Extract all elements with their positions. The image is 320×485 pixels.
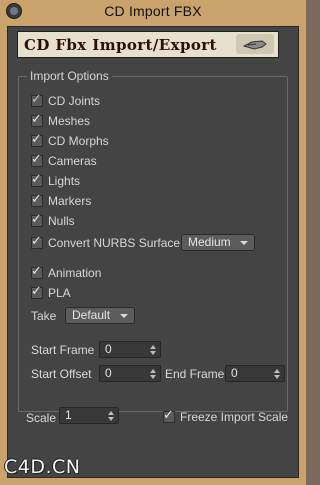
- animation-label: Animation: [48, 266, 102, 280]
- cd-joints-label: CD Joints: [48, 94, 101, 108]
- pla-checkbox[interactable]: [31, 284, 43, 299]
- take-label: Take: [31, 309, 57, 323]
- convert-nurbs-checkbox-row[interactable]: Convert NURBS Surface: [31, 234, 181, 251]
- cd-morphs-checkbox[interactable]: [31, 132, 43, 147]
- nulls-checkbox[interactable]: [31, 212, 43, 227]
- freeze-import-scale-row[interactable]: Freeze Import Scale: [163, 408, 289, 425]
- title-bar[interactable]: CD Import FBX: [0, 0, 306, 22]
- scale-label: Scale: [26, 411, 57, 425]
- animation-checkbox-row[interactable]: Animation: [31, 264, 102, 281]
- start-offset-value: 0: [105, 366, 112, 380]
- stepper-arrows-icon[interactable]: [150, 368, 157, 380]
- convert-nurbs-label: Convert NURBS Surface: [48, 236, 181, 250]
- banner-text: CD Fbx Import/Export: [24, 36, 217, 54]
- markers-checkbox[interactable]: [31, 192, 43, 207]
- start-offset-label: Start Offset: [31, 367, 92, 381]
- pla-checkbox-row[interactable]: PLA: [31, 284, 71, 301]
- nurbs-quality-value: Medium: [188, 235, 231, 249]
- import-options-group: Import Options CD Joints Meshes CD Morph…: [18, 69, 288, 412]
- banner: CD Fbx Import/Export: [17, 31, 279, 58]
- meshes-label: Meshes: [48, 114, 91, 128]
- cd-morphs-label: CD Morphs: [48, 134, 109, 148]
- window-title: CD Import FBX: [104, 3, 202, 19]
- pla-label: PLA: [48, 286, 71, 300]
- end-frame-label: End Frame: [165, 367, 225, 381]
- nulls-checkbox-row[interactable]: Nulls: [31, 212, 75, 229]
- animation-checkbox[interactable]: [31, 264, 43, 279]
- stepper-arrows-icon[interactable]: [150, 344, 157, 356]
- cd-joints-checkbox[interactable]: [31, 92, 43, 107]
- nulls-label: Nulls: [48, 214, 75, 228]
- freeze-import-scale-label: Freeze Import Scale: [180, 410, 289, 424]
- lights-checkbox-row[interactable]: Lights: [31, 172, 81, 189]
- stepper-arrows-icon[interactable]: [108, 410, 115, 422]
- lights-checkbox[interactable]: [31, 172, 43, 187]
- cameras-checkbox[interactable]: [31, 152, 43, 167]
- cd-morphs-checkbox-row[interactable]: CD Morphs: [31, 132, 109, 149]
- start-frame-value: 0: [105, 342, 112, 356]
- scale-input[interactable]: 1: [59, 407, 119, 424]
- stepper-arrows-icon[interactable]: [274, 368, 281, 380]
- chevron-down-icon: [120, 314, 128, 318]
- take-value: Default: [72, 308, 111, 322]
- chevron-down-icon: [240, 241, 248, 245]
- cd-import-fbx-window: CD Import FBX CD Fbx Import/Export Impor…: [0, 0, 306, 485]
- cd-joints-checkbox-row[interactable]: CD Joints: [31, 92, 101, 109]
- scale-value: 1: [65, 408, 72, 422]
- markers-label: Markers: [48, 194, 92, 208]
- end-frame-input[interactable]: 0: [225, 365, 285, 382]
- end-frame-value: 0: [231, 366, 238, 380]
- convert-nurbs-checkbox[interactable]: [31, 234, 43, 249]
- start-frame-input[interactable]: 0: [99, 341, 161, 358]
- meshes-checkbox-row[interactable]: Meshes: [31, 112, 91, 129]
- freeze-import-scale-checkbox[interactable]: [163, 408, 175, 423]
- cameras-label: Cameras: [48, 154, 97, 168]
- markers-checkbox-row[interactable]: Markers: [31, 192, 92, 209]
- dialog-body: CD Fbx Import/Export Import Options CD J…: [7, 26, 299, 478]
- start-offset-input[interactable]: 0: [99, 365, 161, 382]
- watermark: C4D.CN: [4, 456, 81, 478]
- take-dropdown[interactable]: Default: [65, 307, 135, 324]
- start-frame-label: Start Frame: [31, 343, 95, 357]
- hand-cursor-icon: [236, 34, 274, 54]
- nurbs-quality-dropdown[interactable]: Medium: [181, 234, 255, 251]
- import-options-label: Import Options: [27, 69, 112, 83]
- meshes-checkbox[interactable]: [31, 112, 43, 127]
- lights-label: Lights: [48, 174, 81, 188]
- cameras-checkbox-row[interactable]: Cameras: [31, 152, 97, 169]
